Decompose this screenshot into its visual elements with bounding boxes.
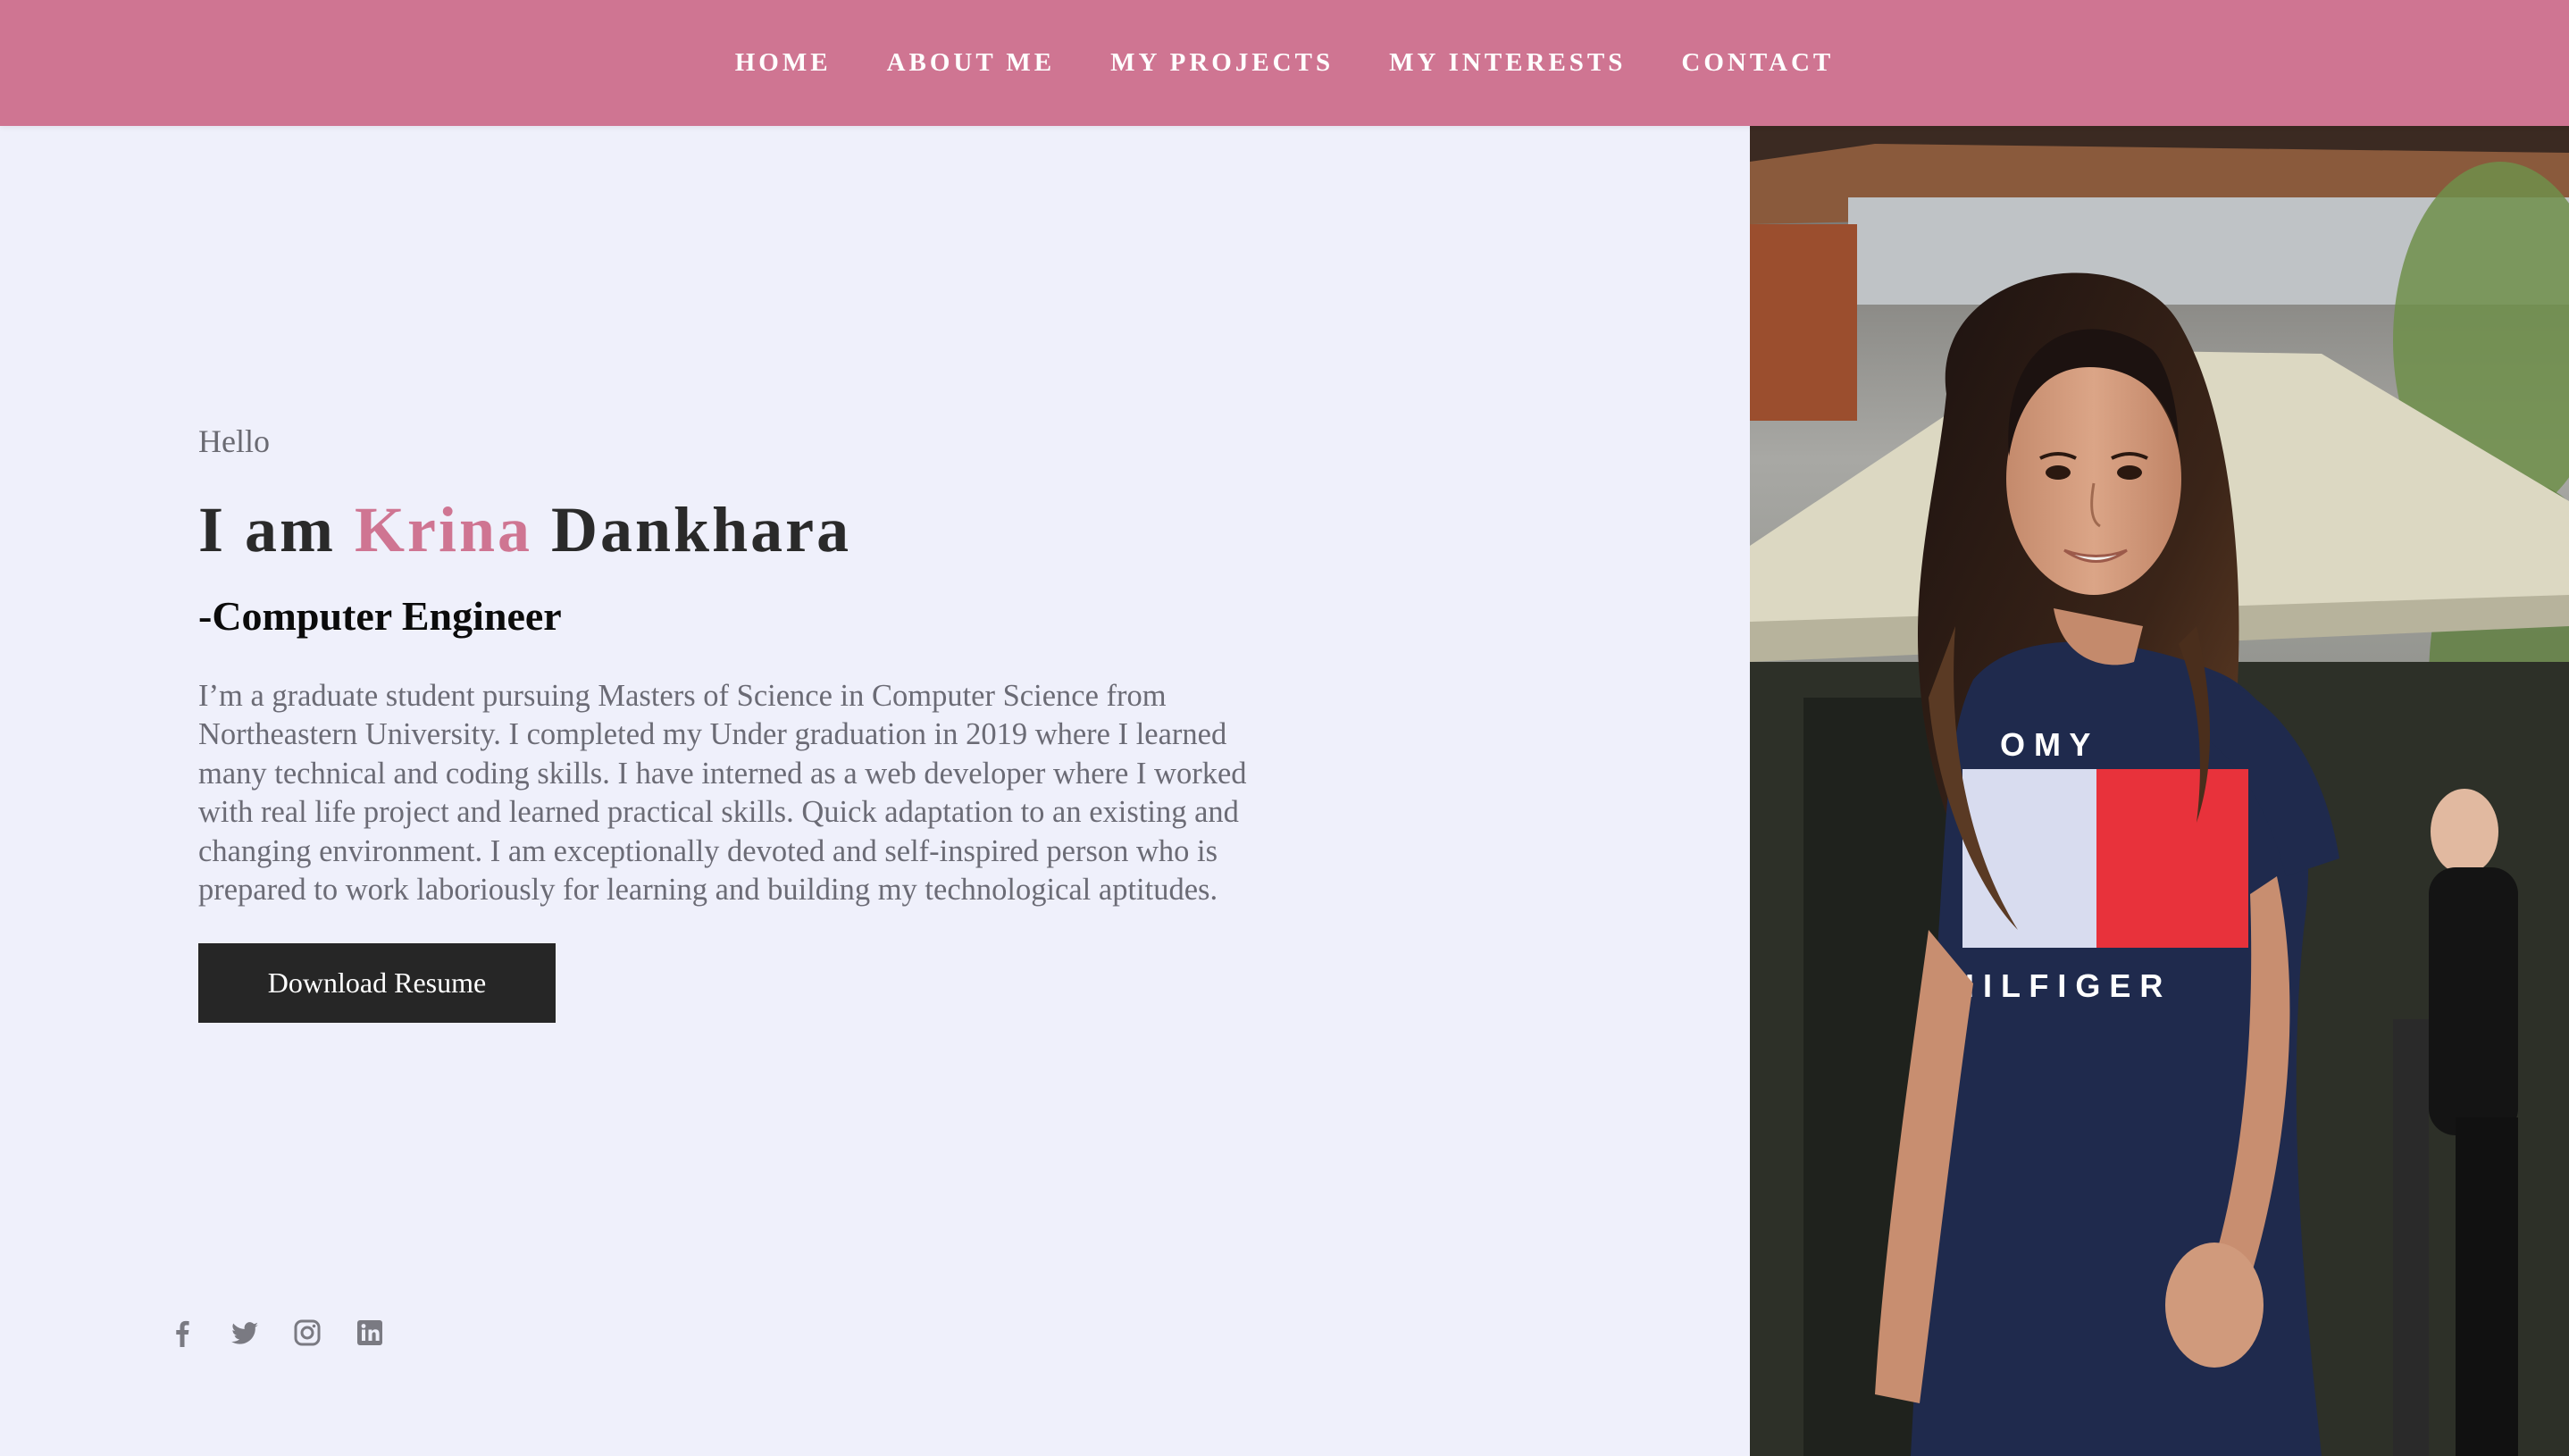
top-navbar: HOME ABOUT ME MY PROJECTS MY INTERESTS C… (0, 0, 2569, 126)
headline-last-name: Dankhara (551, 494, 852, 565)
profile-photo: O M Y H I L F I G E R (1750, 126, 2569, 1456)
linkedin-icon[interactable] (356, 1318, 384, 1347)
shirt-text-bottom: H I L F I G E R (1951, 967, 2163, 1004)
hero-headline: I am Krina Dankhara (198, 490, 1270, 570)
twitter-icon[interactable] (230, 1318, 259, 1347)
hero-role: -Computer Engineer (198, 593, 562, 639)
headline-prefix: I am (198, 494, 336, 565)
download-resume-button[interactable]: Download Resume (198, 943, 556, 1024)
nav-my-interests-link[interactable]: MY INTERESTS (1389, 48, 1626, 78)
hero-section: Hello I am Krina Dankhara -Computer Engi… (198, 420, 1270, 1024)
shirt-text-top: O M Y (2000, 726, 2090, 763)
hero-greeting: Hello (198, 423, 270, 459)
social-links (168, 1318, 384, 1347)
headline-first-name: Krina (355, 494, 533, 565)
instagram-icon[interactable] (293, 1318, 322, 1347)
nav-contact-link[interactable]: CONTACT (1681, 48, 1834, 78)
nav-my-projects-link[interactable]: MY PROJECTS (1110, 48, 1334, 78)
hero-bio: I’m a graduate student pursuing Masters … (198, 679, 1247, 908)
nav-home-link[interactable]: HOME (735, 48, 832, 78)
nav-about-me-link[interactable]: ABOUT ME (887, 48, 1056, 78)
facebook-icon[interactable] (168, 1318, 197, 1347)
